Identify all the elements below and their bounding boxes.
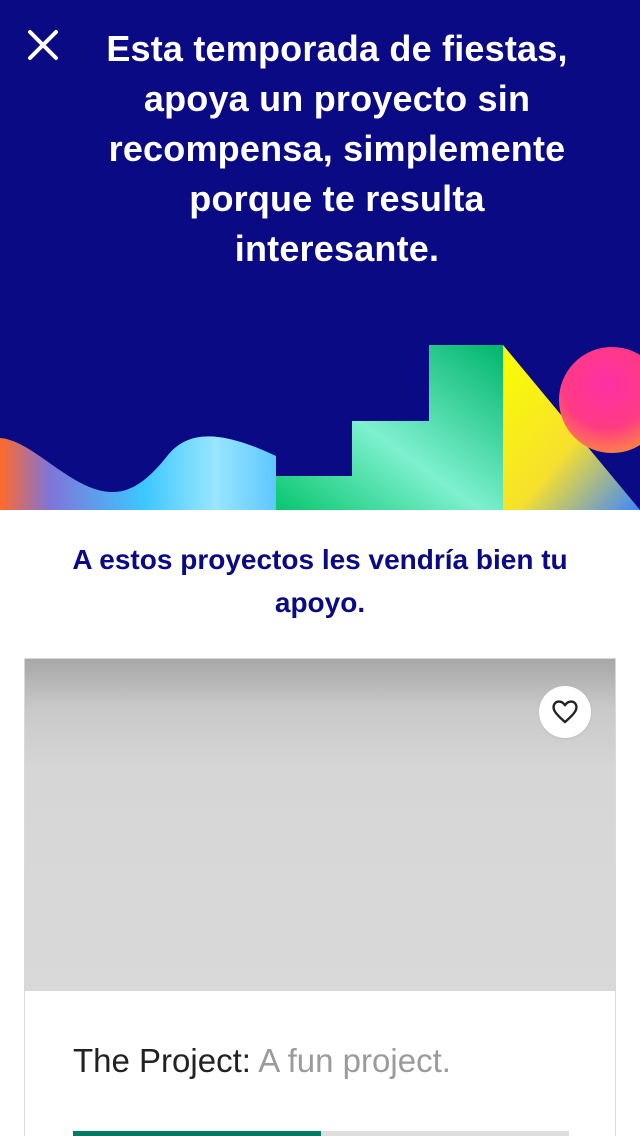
project-card[interactable]: The Project: A fun project.	[24, 658, 616, 1136]
project-name: The Project:	[73, 1042, 251, 1079]
project-image-placeholder	[25, 659, 615, 991]
heart-outline-icon	[552, 700, 578, 724]
funding-progress-bar	[73, 1131, 569, 1136]
holiday-shapes-illustration	[0, 345, 640, 510]
section-subheading: A estos proyectos les vendría bien tu ap…	[72, 544, 568, 618]
hero-headline: Esta temporada de fiestas, apoya un proy…	[106, 28, 568, 269]
close-icon	[28, 30, 58, 60]
funding-progress-fill	[73, 1131, 321, 1136]
close-button[interactable]	[20, 22, 66, 68]
holiday-hero-banner: Esta temporada de fiestas, apoya un proy…	[0, 0, 640, 510]
project-title-line: The Project: A fun project.	[73, 1039, 593, 1083]
project-blurb: A fun project.	[258, 1042, 451, 1079]
favorite-button[interactable]	[539, 686, 591, 738]
holiday-support-screen: Esta temporada de fiestas, apoya un proy…	[0, 0, 640, 1136]
